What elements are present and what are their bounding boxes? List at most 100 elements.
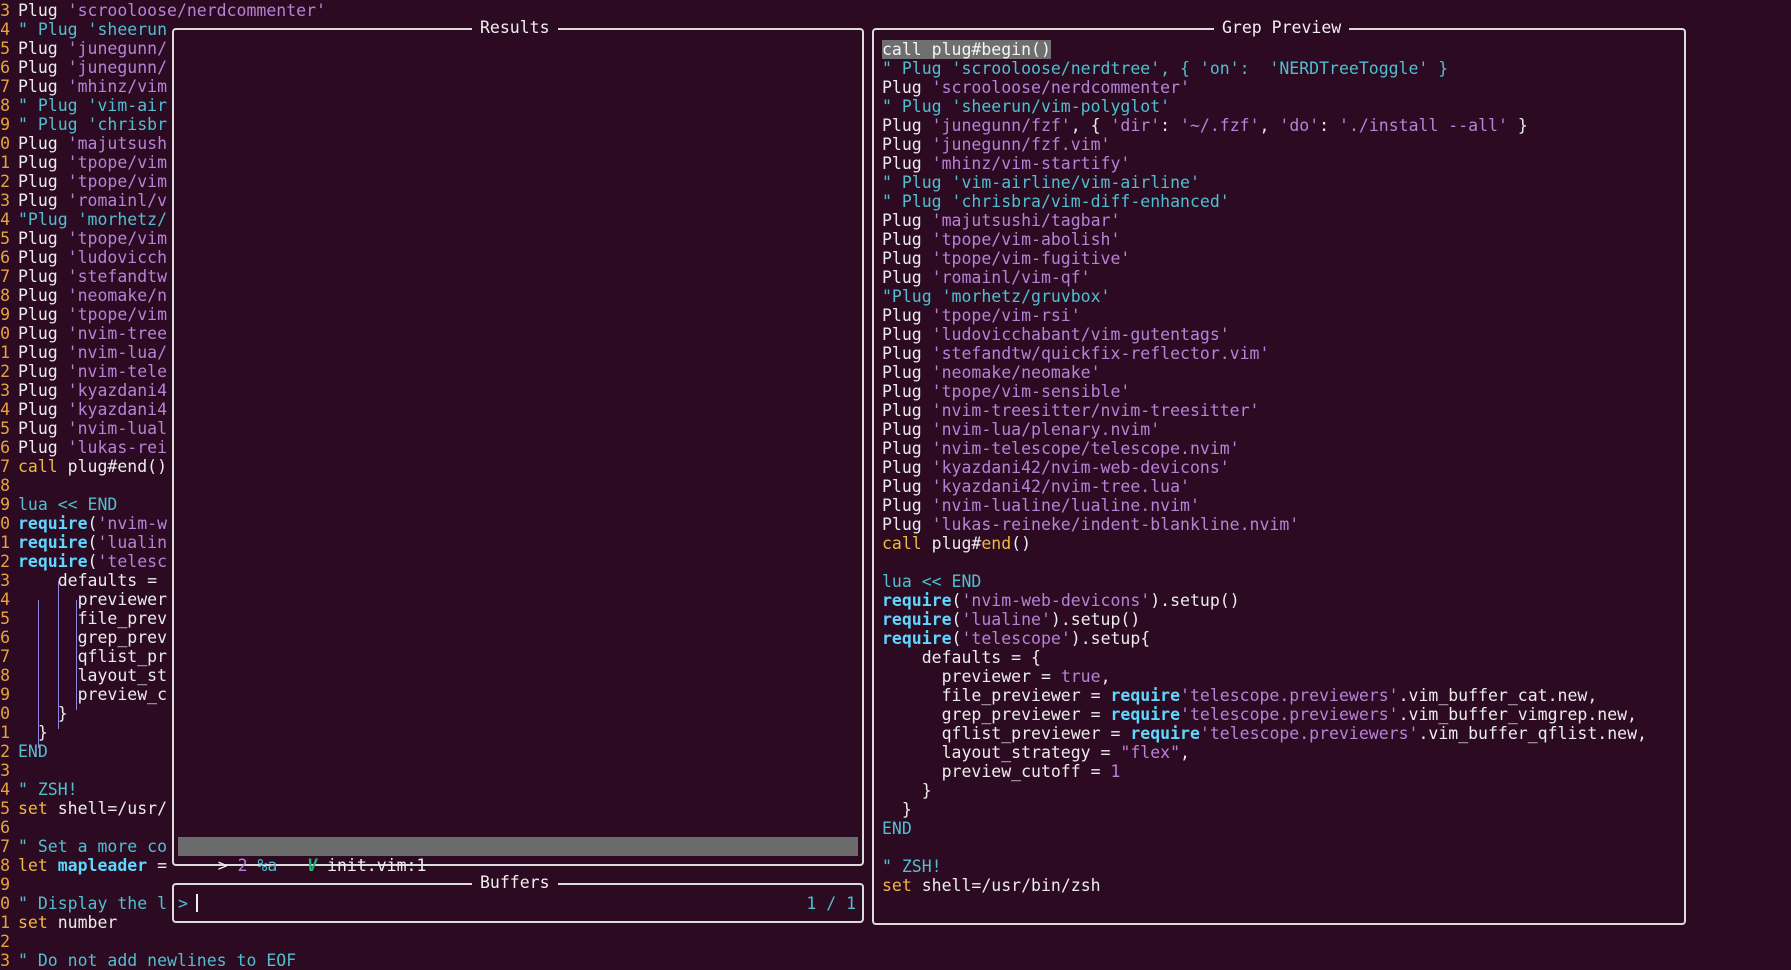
- code-token: Plug: [18, 58, 68, 77]
- code-token: Plug: [18, 39, 68, 58]
- code-line: Plug 'nvim-lua/: [18, 343, 167, 362]
- preview-line: Plug 'tpope/vim-rsi': [882, 306, 1081, 325]
- code-token: 'kyazdani4: [67, 381, 168, 400]
- code-line: set number: [18, 913, 117, 932]
- line-number: 2: [0, 742, 10, 761]
- code-token: 'telescope.previewers': [1180, 705, 1399, 724]
- code-token: ,: [1100, 667, 1111, 686]
- line-number: 9: [0, 685, 10, 704]
- preview-body: call plug#begin() " Plug 'scrooloose/nerd…: [878, 40, 1678, 910]
- code-token: 'telescope.previewers': [1180, 686, 1399, 705]
- code-token: Plug: [18, 172, 68, 191]
- code-line: layout_st: [18, 666, 167, 685]
- preview-line: Plug 'junegunn/fzf', { 'dir': '~/.fzf', …: [882, 116, 1528, 135]
- line-number: 8: [0, 286, 10, 305]
- code-token: (: [87, 514, 98, 533]
- code-line: file_prev: [18, 609, 167, 628]
- code-token: ).setup{: [1070, 629, 1151, 648]
- code-token: true: [1060, 667, 1101, 686]
- code-line: Plug 'tpope/vim: [18, 229, 167, 248]
- code-line: END: [18, 742, 48, 761]
- code-token: defaults = {: [882, 648, 1041, 667]
- code-token: set: [18, 913, 48, 932]
- preview-title: Grep Preview: [1214, 18, 1350, 38]
- code-line: Plug 'junegunn/: [18, 39, 167, 58]
- line-number: 7: [0, 837, 10, 856]
- line-number: 5: [0, 39, 10, 58]
- code-token: 'majutsushi/tagbar': [931, 211, 1121, 230]
- code-token: mapleader: [47, 856, 148, 875]
- code-token: plug#: [921, 534, 982, 553]
- code-line: }: [18, 704, 68, 723]
- code-line: " Display the l: [18, 894, 167, 913]
- preview-line: call plug#begin(): [882, 40, 1051, 59]
- code-token: file_prev: [18, 609, 168, 628]
- result-row-selected[interactable]: > 2 %a V init.vim:1: [178, 837, 858, 875]
- line-number: 6: [0, 438, 10, 457]
- code-token: 'neomake/neomake': [931, 363, 1101, 382]
- code-token: Plug: [18, 324, 68, 343]
- preview-line: file_previewer = require'telescope.previ…: [882, 686, 1598, 705]
- code-line: Plug 'kyazdani4: [18, 381, 167, 400]
- code-token: shell=/usr/: [47, 799, 168, 818]
- code-token: 'ludovicch: [67, 248, 168, 267]
- preview-line: Plug 'tpope/vim-sensible': [882, 382, 1130, 401]
- prompt-input[interactable]: [196, 892, 836, 914]
- preview-line: layout_strategy = "flex",: [882, 743, 1190, 762]
- line-number: 9: [0, 495, 10, 514]
- code-token: Plug: [882, 382, 932, 401]
- code-token: require: [882, 629, 952, 648]
- code-token: 'nvim-lua/: [67, 343, 168, 362]
- preview-line: Plug 'neomake/neomake': [882, 363, 1101, 382]
- code-token: " ZSH!: [18, 780, 78, 799]
- code-token: }: [18, 704, 68, 723]
- code-line: Plug 'stefandtw: [18, 267, 167, 286]
- code-token: }: [18, 723, 48, 742]
- code-token: 'junegunn/: [67, 39, 168, 58]
- line-number: 9: [0, 875, 10, 894]
- code-line: Plug 'nvim-tree: [18, 324, 167, 343]
- code-token: Plug: [882, 515, 932, 534]
- code-token: Plug: [882, 401, 932, 420]
- preview-line: Plug 'nvim-treesitter/nvim-treesitter': [882, 401, 1260, 420]
- code-token: 'mhinz/vim-startify': [931, 154, 1131, 173]
- code-token: 'lukas-rei: [67, 438, 168, 457]
- code-token: 'nvim-telescope/telescope.nvim': [931, 439, 1240, 458]
- line-number: 2: [0, 172, 10, 191]
- line-number: 6: [0, 818, 10, 837]
- code-token: Plug: [882, 78, 932, 97]
- code-line: Plug 'scrooloose/nerdcommenter': [18, 1, 326, 20]
- code-token: 'nvim-treesitter/nvim-treesitter': [931, 401, 1260, 420]
- code-token: shell=/usr/bin/zsh: [911, 876, 1101, 895]
- preview-line: Plug 'kyazdani42/nvim-web-devicons': [882, 458, 1230, 477]
- line-number: 3: [0, 951, 10, 970]
- line-number: 8: [0, 96, 10, 115]
- line-number: 8: [0, 476, 10, 495]
- results-title: Results: [472, 18, 558, 38]
- selection-caret: >: [217, 856, 238, 875]
- result-filename: init.vim:1: [327, 856, 427, 875]
- code-token: , {: [1070, 116, 1111, 135]
- code-token: 'tpope/vim: [67, 172, 168, 191]
- code-token: (: [87, 552, 98, 571]
- code-token: Plug: [18, 381, 68, 400]
- line-number: 3: [0, 1, 10, 20]
- code-token: 'scrooloose/nerdcommenter': [931, 78, 1190, 97]
- line-number: 9: [0, 115, 10, 134]
- code-line: call plug#end(): [18, 457, 167, 476]
- line-number: 5: [0, 609, 10, 628]
- line-number: 7: [0, 647, 10, 666]
- code-token: require: [18, 514, 88, 533]
- code-token: "Plug 'morhetz/gruvbox': [882, 287, 1111, 306]
- buffer-count: 2: [237, 856, 248, 875]
- code-token: (: [951, 591, 962, 610]
- code-token: 'tpope/vim: [67, 305, 168, 324]
- code-token: 'tpope/vim: [67, 153, 168, 172]
- code-token: 'kyazdani4: [67, 400, 168, 419]
- code-token: Plug: [18, 1, 68, 20]
- code-line: Plug 'nvim-lual: [18, 419, 167, 438]
- code-token: ,: [1259, 116, 1280, 135]
- code-line: Plug 'kyazdani4: [18, 400, 167, 419]
- code-token: :: [1319, 116, 1340, 135]
- prompt-caret: >: [178, 894, 188, 913]
